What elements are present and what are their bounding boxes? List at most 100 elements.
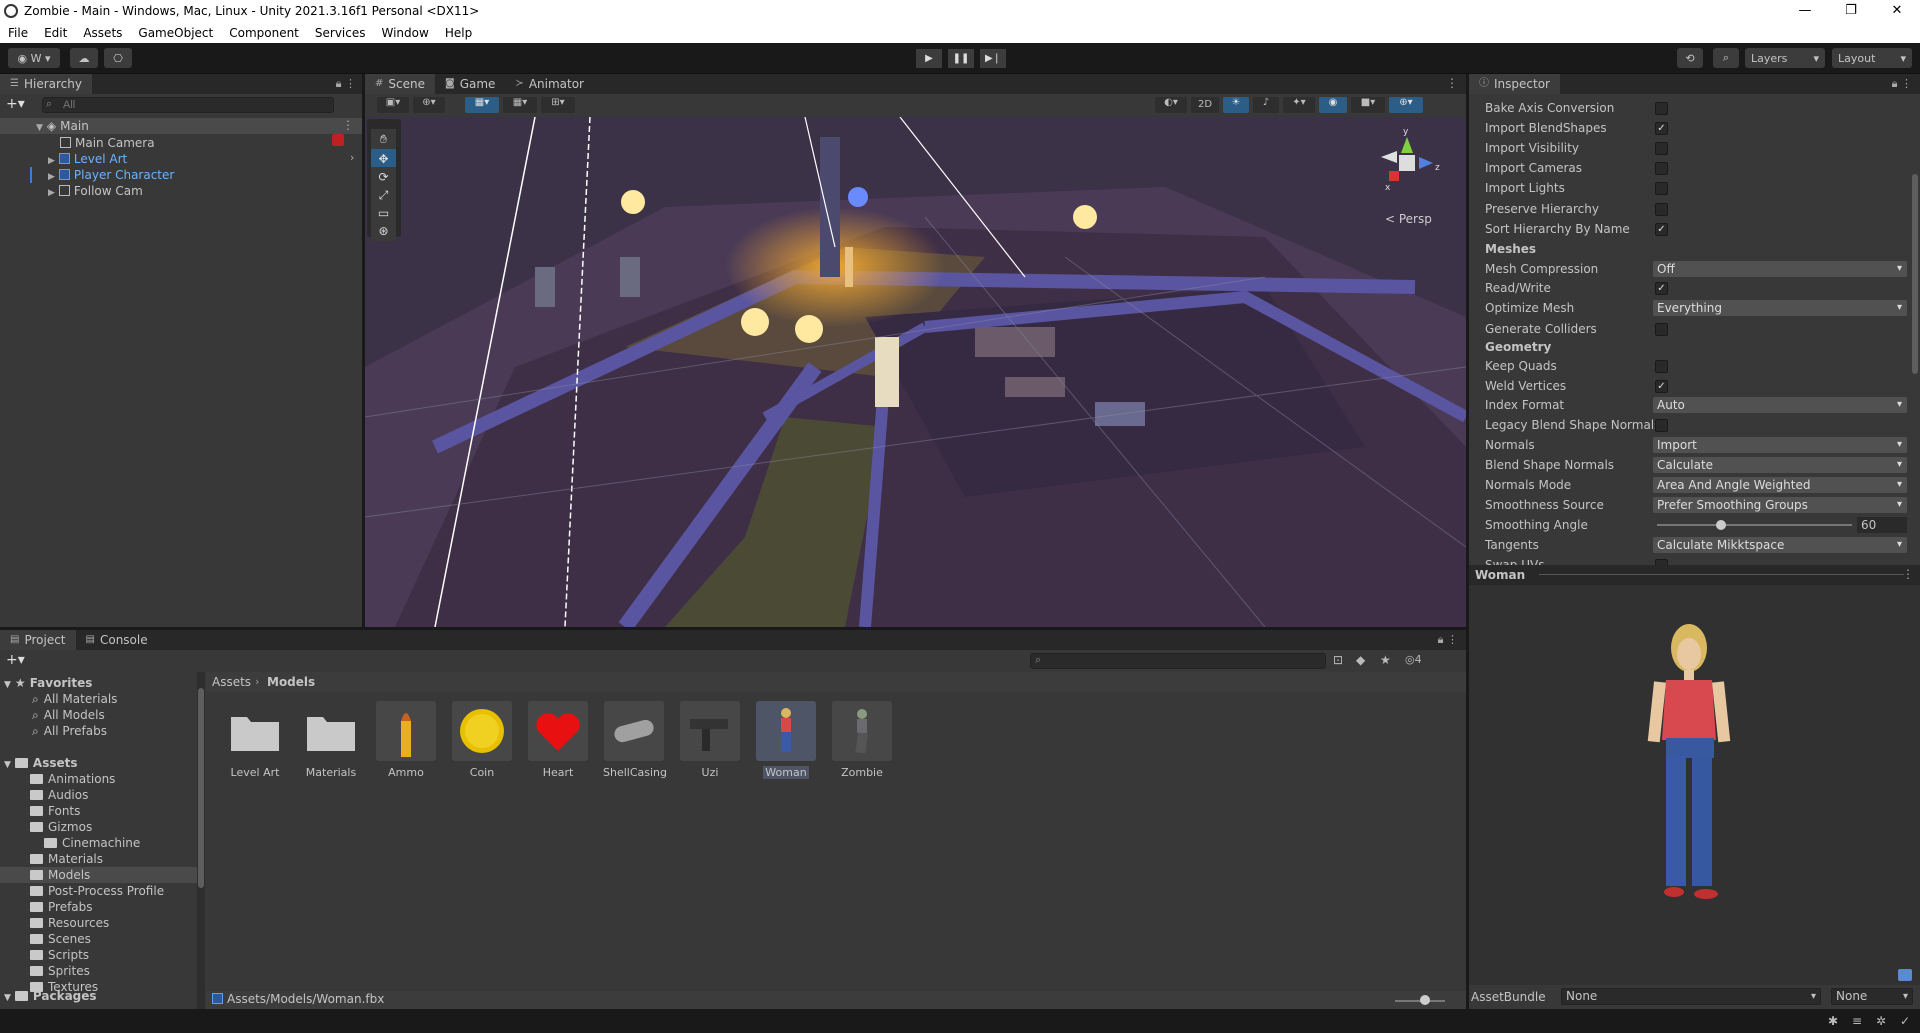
checkbox[interactable] (1655, 142, 1668, 155)
gizmos-dropdown[interactable]: ⊕▾ (1389, 97, 1423, 113)
shading-mode-dropdown[interactable]: ◐▾ (1155, 97, 1187, 113)
bug-icon[interactable]: ✱ (1828, 1014, 1838, 1028)
create-button[interactable]: +▾ (6, 652, 25, 668)
tree-packages[interactable]: ▼ Packages (4, 988, 97, 1004)
scale-tool-icon[interactable]: ⤢ (371, 185, 396, 205)
tab-project[interactable]: ▤ Project (0, 630, 76, 650)
asset-shellcasing[interactable]: ▶ ShellCasing (603, 701, 667, 779)
hierarchy-item-main-camera[interactable]: Main Camera (60, 135, 155, 151)
lock-icon[interactable]: 🔒︎ ⋮ (336, 77, 356, 91)
menu-assets[interactable]: Assets (75, 26, 130, 40)
asset-ammo[interactable]: ▶ Ammo (375, 701, 437, 779)
asset-uzi[interactable]: ▶ Uzi (679, 701, 741, 779)
hierarchy-item-follow-cam[interactable]: ▶ Follow Cam (48, 183, 143, 199)
scene-viewport[interactable]: ✋︎ ✥ ⟳ ⤢ ▭ ⊛ y x z < Persp (365, 117, 1466, 627)
asset-materials[interactable]: Materials (300, 701, 362, 779)
layers-dropdown[interactable]: Layers ▾ (1745, 48, 1825, 68)
tree-folder-resources[interactable]: Resources (30, 915, 109, 931)
checkbox[interactable] (1655, 203, 1668, 216)
tree-assets[interactable]: ▼ Assets (4, 755, 78, 771)
menu-edit[interactable]: Edit (36, 26, 75, 40)
tag-icon[interactable] (1898, 969, 1912, 981)
checkbox[interactable]: ✓ (1655, 223, 1668, 236)
visibility-toggle-icon[interactable]: ◉ (1319, 97, 1347, 113)
dropdown[interactable]: Auto (1653, 397, 1907, 413)
menu-file[interactable]: File (0, 26, 36, 40)
hidden-packages-toggle[interactable]: ◎4 (1405, 653, 1422, 666)
chevron-right-icon[interactable]: › (350, 151, 354, 164)
history-icon[interactable]: ⟲ (1677, 48, 1703, 68)
tree-folder-scripts[interactable]: Scripts (30, 947, 89, 963)
lighting-icon[interactable]: ✲ (1876, 1014, 1886, 1028)
tree-folder-gizmos[interactable]: Gizmos (30, 819, 92, 835)
breadcrumb-models[interactable]: Models (267, 675, 315, 689)
scene-root-main[interactable]: ▼ ◈ Main (36, 118, 89, 134)
tab-console[interactable]: ▤ Console (76, 630, 158, 650)
slider-handle[interactable] (1716, 520, 1727, 530)
tree-folder-cinemachine[interactable]: Cinemachine (44, 835, 140, 851)
checkbox[interactable]: ✓ (1655, 282, 1668, 295)
account-dropdown[interactable]: ◉ W ▾ (8, 48, 60, 68)
tree-scrollbar-thumb[interactable] (198, 688, 204, 888)
hand-tool-icon[interactable]: ✋︎ (371, 129, 396, 149)
tree-fav-all-materials[interactable]: ⌕ All Materials (32, 691, 117, 707)
rect-tool-icon[interactable]: ▭ (371, 203, 396, 223)
preview-menu-icon[interactable]: ⋮ (1902, 567, 1914, 581)
slider-track[interactable] (1657, 524, 1852, 526)
grid-snap-toggle[interactable]: ▦▾ (465, 97, 499, 113)
menu-component[interactable]: Component (221, 26, 307, 40)
progress-icon[interactable]: ✓ (1900, 1014, 1910, 1028)
tab-hierarchy[interactable]: ☰ Hierarchy (0, 74, 92, 94)
tree-folder-models[interactable]: Models (30, 867, 90, 883)
collab-icon[interactable]: ⎔ (104, 48, 132, 68)
dropdown[interactable]: Calculate (1653, 457, 1907, 473)
step-button[interactable]: ▶❘ (980, 49, 1006, 68)
tree-folder-sprites[interactable]: Sprites (30, 963, 90, 979)
play-button[interactable]: ▶ (916, 49, 942, 68)
effects-dropdown[interactable]: ✦▾ (1283, 97, 1315, 113)
scene-menu-icon[interactable]: ⋮ (1446, 76, 1458, 90)
hierarchy-search-input[interactable] (42, 97, 334, 113)
checkbox[interactable]: ✓ (1655, 380, 1668, 393)
tree-folder-audios[interactable]: Audios (30, 787, 88, 803)
close-button[interactable]: ✕ (1874, 0, 1920, 22)
search-by-type-icon[interactable]: ⊡ (1333, 653, 1343, 667)
dropdown[interactable]: Everything (1653, 300, 1907, 316)
checkbox[interactable]: ✓ (1655, 122, 1668, 135)
hierarchy-item-player-character[interactable]: ▶ Player Character (48, 167, 174, 183)
checkbox[interactable] (1655, 102, 1668, 115)
lock-icon[interactable]: 🔒︎ ⋮ (1892, 77, 1912, 91)
tree-folder-prefabs[interactable]: Prefabs (30, 899, 93, 915)
tree-fav-all-prefabs[interactable]: ⌕ All Prefabs (32, 723, 107, 739)
slider-value-field[interactable]: 60 (1857, 517, 1907, 533)
cache-icon[interactable]: ≡ (1852, 1014, 1862, 1028)
dropdown[interactable]: Import (1653, 437, 1907, 453)
search-icon[interactable]: ⌕ (1713, 48, 1739, 68)
checkbox[interactable] (1655, 323, 1668, 336)
cloud-icon[interactable]: ☁ (70, 48, 98, 68)
lock-icon[interactable]: 🔒︎ ⋮ (1438, 633, 1458, 647)
tree-favorites[interactable]: ▼ ★ Favorites (4, 675, 92, 691)
asset-level-art[interactable]: Level Art (224, 701, 286, 779)
scene-menu-icon[interactable]: ⋮ (342, 118, 354, 132)
tab-game[interactable]: ◙ Game (435, 74, 505, 94)
layout-dropdown[interactable]: Layout ▾ (1832, 48, 1912, 68)
orientation-gizmo[interactable]: y x z (1375, 127, 1445, 207)
hierarchy-item-level-art[interactable]: ▶ Level Art (48, 151, 127, 167)
dropdown[interactable]: Area And Angle Weighted (1653, 477, 1907, 493)
audio-toggle-icon[interactable]: ♪ (1253, 97, 1279, 113)
maximize-button[interactable]: ❐ (1828, 0, 1874, 22)
tree-folder-materials[interactable]: Materials (30, 851, 103, 867)
menu-window[interactable]: Window (374, 26, 437, 40)
tree-folder-post-process-profile[interactable]: Post-Process Profile (30, 883, 164, 899)
checkbox[interactable] (1655, 360, 1668, 373)
dropdown[interactable]: Prefer Smoothing Groups (1653, 497, 1907, 513)
asset-heart[interactable]: ▶ Heart (527, 701, 589, 779)
inspector-scrollbar[interactable] (1912, 174, 1918, 374)
tab-inspector[interactable]: ⓘ Inspector (1469, 74, 1560, 94)
menu-services[interactable]: Services (307, 26, 374, 40)
increment-snap-dropdown[interactable]: ⊞▾ (541, 97, 575, 113)
draw-mode-dropdown[interactable]: ▣▾ (377, 97, 409, 113)
transform-tool-icon[interactable]: ⊛ (371, 221, 396, 241)
grid-size-dropdown[interactable]: ▦▾ (503, 97, 537, 113)
